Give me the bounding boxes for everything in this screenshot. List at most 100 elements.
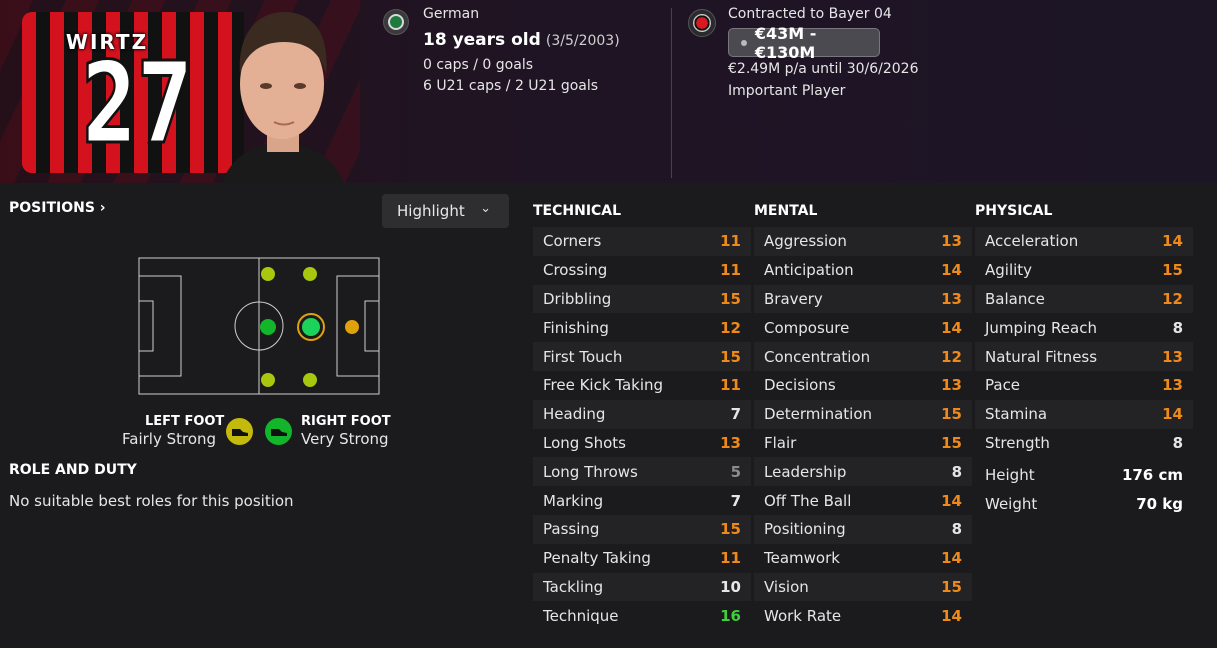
attribute-row-bravery[interactable]: Bravery 13 (754, 284, 972, 314)
physical-list: Acceleration 14 Agility 15 Balance 12 Jumping … (975, 227, 1193, 457)
weight-value: 70 kg (1136, 494, 1183, 513)
attribute-row-acceleration[interactable]: Acceleration 14 (975, 227, 1193, 256)
positions-title[interactable]: POSITIONS › (9, 200, 106, 216)
attribute-row-teamwork[interactable]: Teamwork 14 (754, 544, 972, 573)
attribute-row-aggression[interactable]: Aggression 13 (754, 227, 972, 256)
attribute-row-determination[interactable]: Determination 15 (754, 399, 972, 429)
attribute-row-penalty-taking[interactable]: Penalty Taking 11 (533, 544, 751, 573)
attribute-row-jumping-reach[interactable]: Jumping Reach 8 (975, 313, 1193, 342)
pos-ml-dot (261, 373, 275, 387)
height-value: 176 cm (1121, 465, 1183, 484)
attribute-value: 13 (1162, 347, 1183, 366)
attribute-row-technique[interactable]: Technique 16 (533, 601, 751, 630)
attribute-row-balance[interactable]: Balance 12 (975, 284, 1193, 314)
attribute-row-long-shots[interactable]: Long Shots 13 (533, 429, 751, 458)
left-foot-value: Fairly Strong (122, 430, 217, 448)
attribute-value: 14 (941, 491, 962, 510)
attribute-name: Corners (543, 232, 602, 251)
attribute-value: 15 (941, 433, 962, 452)
attribute-row-pace[interactable]: Pace 13 (975, 371, 1193, 400)
squad-status: Important Player (728, 83, 846, 99)
nationality-badge-icon[interactable] (383, 9, 409, 35)
attribute-name: Composure (764, 318, 850, 337)
attribute-value: 16 (720, 606, 741, 625)
attribute-row-corners[interactable]: Corners 11 (533, 227, 751, 256)
technical-title: TECHNICAL (533, 203, 622, 219)
attribute-row-stamina[interactable]: Stamina 14 (975, 399, 1193, 429)
contract-club-line[interactable]: Contracted to Bayer 04 (728, 6, 892, 22)
attribute-row-natural-fitness[interactable]: Natural Fitness 13 (975, 342, 1193, 371)
attribute-row-decisions[interactable]: Decisions 13 (754, 371, 972, 400)
attribute-row-vision[interactable]: Vision 15 (754, 572, 972, 602)
attribute-value: 8 (951, 520, 962, 539)
age-text: 18 years old (423, 30, 541, 50)
left-foot-label: LEFT FOOT (145, 414, 225, 429)
attribute-value: 11 (720, 549, 741, 568)
attribute-name: Flair (764, 433, 797, 452)
highlight-dropdown[interactable]: Highlight ⌄ (382, 194, 509, 228)
physical-title: PHYSICAL (975, 203, 1053, 219)
attribute-row-passing[interactable]: Passing 15 (533, 514, 751, 544)
attribute-row-strength[interactable]: Strength 8 (975, 429, 1193, 458)
height-label: Height (985, 465, 1035, 484)
attribute-row-dribbling[interactable]: Dribbling 15 (533, 284, 751, 314)
attribute-row-composure[interactable]: Composure 14 (754, 313, 972, 342)
attribute-name: Work Rate (764, 606, 842, 625)
chevron-down-icon: ⌄ (480, 201, 491, 216)
attribute-row-positioning[interactable]: Positioning 8 (754, 514, 972, 544)
attribute-name: Teamwork (764, 549, 840, 568)
club-badge-icon[interactable] (688, 9, 716, 37)
attribute-value: 8 (1172, 433, 1183, 452)
attribute-row-heading[interactable]: Heading 7 (533, 399, 751, 429)
attribute-name: Positioning (764, 520, 846, 539)
attribute-row-flair[interactable]: Flair 15 (754, 429, 972, 458)
player-header: WIRTZ 27 German 18 years old (3/5/2003) … (0, 0, 1217, 183)
attribute-row-tackling[interactable]: Tackling 10 (533, 572, 751, 602)
left-boot-icon (226, 418, 253, 445)
role-duty-title: ROLE AND DUTY (9, 462, 137, 478)
attribute-value: 10 (720, 577, 741, 596)
attribute-row-finishing[interactable]: Finishing 12 (533, 313, 751, 342)
attribute-name: Technique (543, 606, 619, 625)
age-line: 18 years old (3/5/2003) (423, 30, 620, 50)
attribute-name: Off The Ball (764, 491, 852, 510)
attribute-row-concentration[interactable]: Concentration 12 (754, 342, 972, 371)
pos-st-dot (345, 320, 359, 334)
attribute-value: 7 (730, 405, 741, 424)
attribute-value: 14 (1162, 232, 1183, 251)
attribute-row-long-throws[interactable]: Long Throws 5 (533, 457, 751, 487)
attribute-name: Dribbling (543, 289, 612, 308)
attribute-row-marking[interactable]: Marking 7 (533, 486, 751, 515)
nationality-label: German (423, 6, 480, 22)
attribute-row-free-kick-taking[interactable]: Free Kick Taking 11 (533, 371, 751, 400)
attribute-row-work-rate[interactable]: Work Rate 14 (754, 601, 972, 630)
weight-row: Weight 70 kg (975, 489, 1193, 518)
attribute-name: Anticipation (764, 261, 854, 280)
header-divider (671, 8, 672, 178)
pos-mr-dot (303, 373, 317, 387)
technical-list: Corners 11 Crossing 11 Dribbling 15 Finishing 1… (533, 227, 751, 630)
attribute-name: Tackling (543, 577, 604, 596)
technical-column: TECHNICAL Corners 11 Crossing 11 Dribbling 15… (533, 203, 751, 630)
attribute-value: 15 (1162, 261, 1183, 280)
attribute-row-anticipation[interactable]: Anticipation 14 (754, 256, 972, 285)
attribute-name: Heading (543, 405, 606, 424)
attribute-name: First Touch (543, 347, 623, 366)
attribute-row-first-touch[interactable]: First Touch 15 (533, 342, 751, 371)
pos-mc-dot (260, 319, 276, 335)
attribute-row-agility[interactable]: Agility 15 (975, 256, 1193, 285)
attribute-row-crossing[interactable]: Crossing 11 (533, 256, 751, 285)
attribute-value: 12 (720, 318, 741, 337)
attribute-value: 12 (1162, 289, 1183, 308)
mental-list: Aggression 13 Anticipation 14 Bravery 13 Compo… (754, 227, 972, 630)
physical-column: PHYSICAL Acceleration 14 Agility 15 Balance 1… (975, 203, 1193, 518)
value-range: €43M - €130M (754, 23, 817, 62)
attribute-row-leadership[interactable]: Leadership 8 (754, 457, 972, 487)
attribute-name: Marking (543, 491, 604, 510)
attribute-value: 13 (720, 433, 741, 452)
attribute-value: 15 (941, 405, 962, 424)
attribute-name: Acceleration (985, 232, 1079, 251)
attribute-row-off-the-ball[interactable]: Off The Ball 14 (754, 486, 972, 515)
attribute-name: Decisions (764, 376, 836, 395)
weight-label: Weight (985, 494, 1038, 513)
